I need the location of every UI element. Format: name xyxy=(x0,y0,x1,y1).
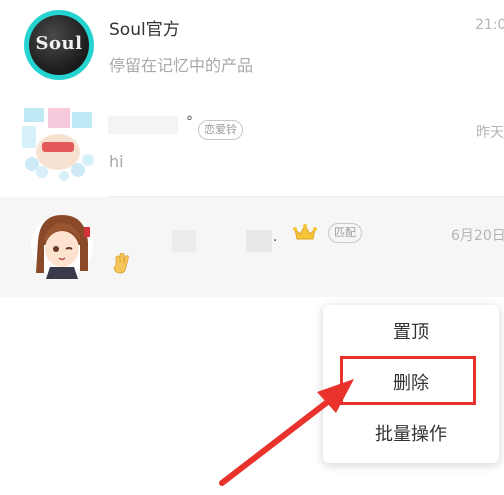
conversation-time: 6月20日 xyxy=(451,228,504,244)
avatar-pixel-girl xyxy=(22,108,94,181)
delete-highlight-box xyxy=(340,356,476,405)
conversation-row-soul[interactable]: Soul Soul官方 停留在记忆中的产品 21:0 xyxy=(0,0,504,96)
name-suffix: . xyxy=(273,229,278,245)
soul-logo-circle: Soul xyxy=(29,15,89,75)
conversation-row-3[interactable]: . 匹配 6月20日 xyxy=(0,197,504,297)
conversation-time: 昨天 xyxy=(476,125,504,141)
conversation-preview: hi xyxy=(109,152,124,171)
soul-logo-text: Soul xyxy=(35,33,83,54)
crown-icon xyxy=(293,224,317,240)
menu-item-pin[interactable]: 置顶 xyxy=(323,307,499,359)
blurred-name-2 xyxy=(246,230,272,252)
soul-avatar: Soul xyxy=(24,10,94,80)
tag-badge: 恋爱铃 xyxy=(198,120,243,140)
blurred-name xyxy=(108,116,178,134)
hand-emoji-icon xyxy=(113,253,129,274)
conversation-time: 21:0 xyxy=(475,17,504,33)
conversation-name: Soul官方 xyxy=(109,20,180,40)
name-suffix: ° xyxy=(186,114,193,130)
conversation-preview: 停留在记忆中的产品 xyxy=(109,56,254,75)
menu-item-batch[interactable]: 批量操作 xyxy=(323,409,499,461)
avatar-anime-girl xyxy=(31,215,93,279)
blurred-name-1 xyxy=(172,230,196,252)
conversation-row-2[interactable]: ° 恋爱铃 hi 昨天 xyxy=(0,96,504,196)
tag-badge: 匹配 xyxy=(328,223,362,243)
